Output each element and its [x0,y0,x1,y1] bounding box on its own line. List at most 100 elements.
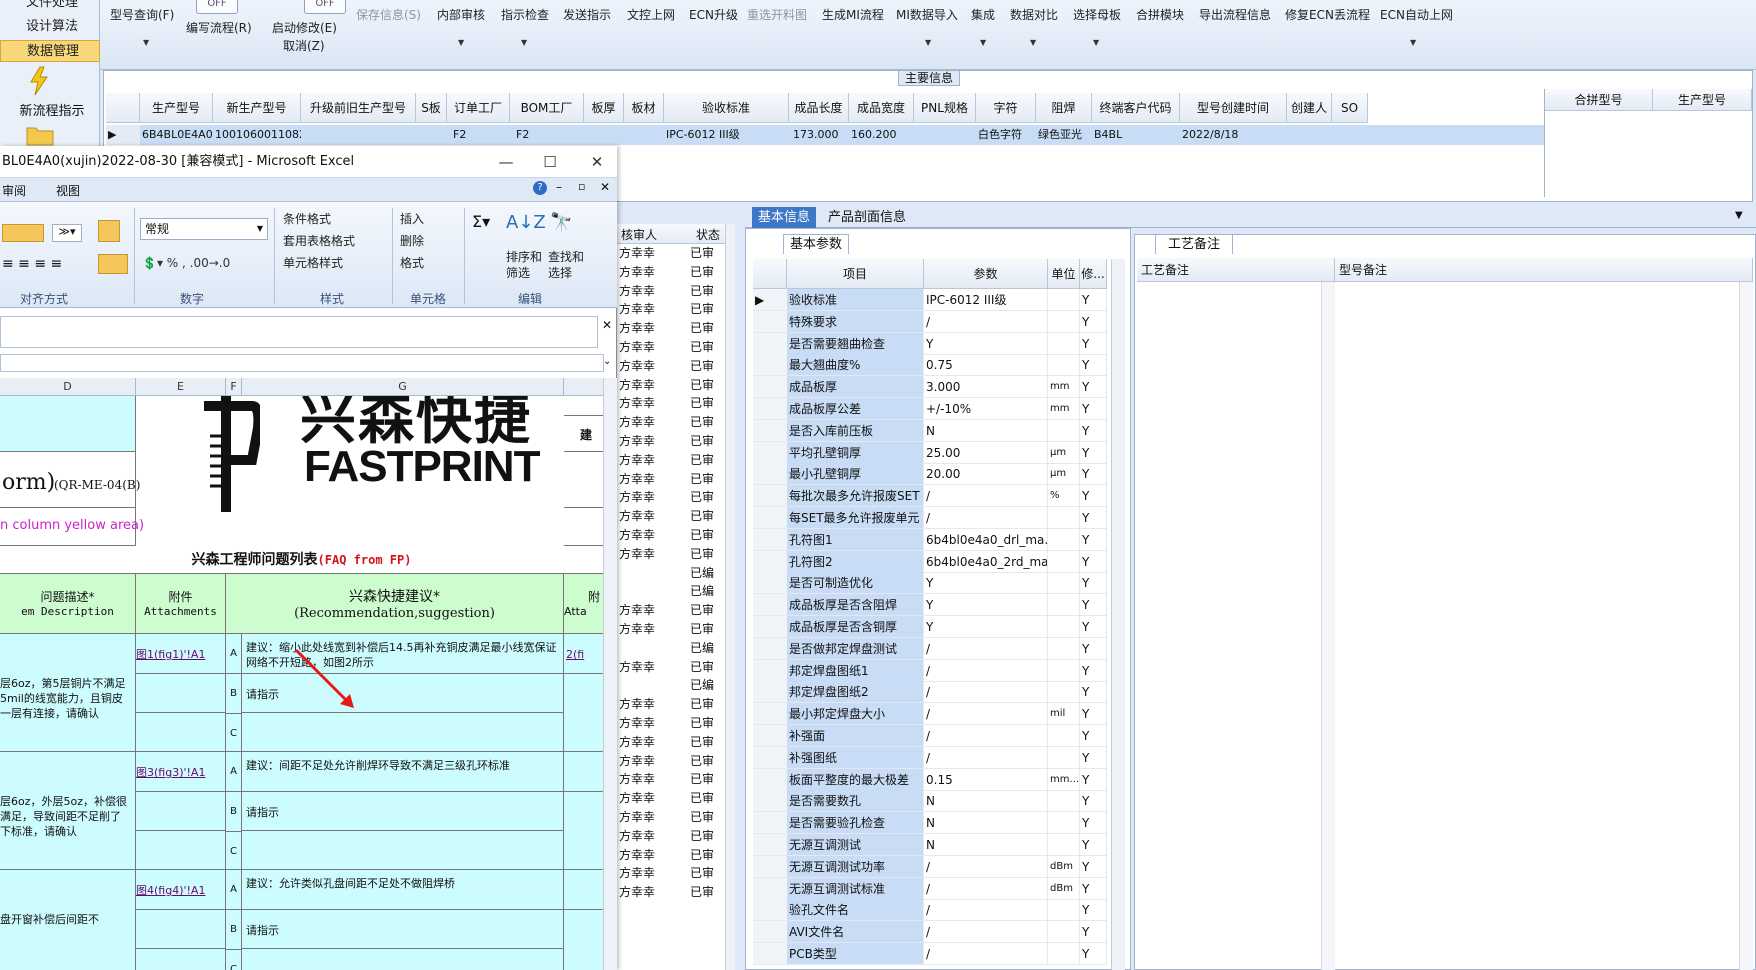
param-name[interactable]: 无源互调测试标准 [787,877,924,900]
toolbar-model-query-button[interactable]: 型号查询(F) [110,6,174,23]
param-unit[interactable]: mil [1048,703,1080,726]
reviewer-name[interactable]: 方幸幸 [619,507,655,526]
reviewer-status[interactable]: 已审 [690,658,714,677]
chevron-down-icon[interactable]: ▼ [1735,210,1743,221]
reviewer-status[interactable]: 已审 [690,752,714,771]
suggestion-a[interactable]: 建议：允许类似孔盘间距不足处不做阻焊桥 [242,870,564,910]
param-unit[interactable]: μm [1048,441,1080,464]
col-header[interactable]: 生产型号 [1653,89,1752,111]
param-name[interactable]: 最小孔壁铜厚 [787,463,924,486]
sum-icon[interactable]: Σ▾ [472,212,490,231]
param-unit[interactable] [1048,310,1080,333]
expand-icon[interactable]: ⌄ [603,356,611,367]
reviewer-status[interactable]: 已审 [690,432,714,451]
param-unit[interactable] [1048,725,1080,747]
param-unit[interactable] [1048,289,1080,311]
reviewer-name[interactable]: 方幸幸 [619,470,655,489]
reviewer-status[interactable]: 已审 [690,338,714,357]
param-name[interactable]: 是否需要验孔检查 [787,812,924,835]
grid-cell[interactable]: F2 [510,125,584,145]
param-editable[interactable]: Y [1080,507,1107,529]
help-icon[interactable]: ? [533,181,547,195]
right-attachment[interactable] [564,870,603,910]
param-editable[interactable]: Y [1080,310,1107,333]
param-editable[interactable]: Y [1080,550,1107,573]
reviewer-name[interactable]: 方幸幸 [619,394,655,413]
param-value[interactable]: +/-10% [924,398,1048,420]
param-editable[interactable]: Y [1080,398,1107,420]
param-editable[interactable]: Y [1080,485,1107,508]
param-unit[interactable] [1048,616,1080,638]
col-header[interactable]: 终端客户代码 [1092,93,1180,123]
problem-description[interactable]: 层6oz，外层5oz，补偿很 满足，导致间距不足削了 下标准，请确认 [0,752,136,870]
align-left-icon[interactable]: ≡ ≡ ≡ ≡ [2,256,62,272]
row-selector[interactable] [753,441,787,464]
param-unit[interactable]: % [1048,485,1080,508]
reviewer-scrollbar[interactable] [725,224,735,970]
param-name[interactable]: 成品板厚公差 [787,398,924,420]
reviewer-status[interactable]: 已审 [690,282,714,301]
chevron-down-icon[interactable]: ▼ [1410,38,1416,47]
reviewer-name[interactable]: 方幸幸 [619,714,655,733]
reviewer-status[interactable]: 已审 [690,507,714,526]
reviewer-status[interactable]: 已审 [690,244,714,263]
toolbar-ecn-auto-online-button[interactable]: ECN自动上网 [1380,6,1453,23]
grid-cell[interactable] [624,125,664,145]
param-name[interactable]: 成品板厚 [787,376,924,399]
param-editable[interactable]: Y [1080,463,1107,486]
reviewer-status[interactable]: 已编 [690,676,714,695]
row-selector[interactable] [753,528,787,551]
row-selector[interactable] [753,354,787,377]
param-unit[interactable] [1048,572,1080,595]
reviewer-name[interactable]: 方幸幸 [619,846,655,865]
row-selector[interactable] [753,485,787,508]
toggle-switch[interactable]: OFF [304,0,346,14]
row-selector[interactable] [753,550,787,573]
col-header[interactable]: 合拼型号 [1545,89,1653,111]
param-value[interactable]: / [924,310,1048,333]
orientation-icon[interactable]: ≫▾ [52,224,82,242]
param-value[interactable]: / [924,899,1048,922]
sheet-cell[interactable] [136,831,226,870]
param-editable[interactable]: Y [1080,725,1107,747]
maximize-icon[interactable]: ☐ [530,146,570,178]
sheet-cell[interactable] [564,396,603,416]
sheet-cell[interactable] [564,910,603,970]
col-header[interactable]: BOM工厂 [510,93,584,123]
param-name[interactable]: 验孔文件名 [787,899,924,922]
param-editable[interactable]: Y [1080,681,1107,704]
param-value[interactable]: / [924,659,1048,682]
toolbar-send-instruction-button[interactable]: 发送指示 [563,6,611,23]
param-editable[interactable]: Y [1080,289,1107,311]
find-select-label[interactable]: 查找和 [548,248,584,265]
reviewer-status[interactable]: 已审 [690,770,714,789]
toolbar-write-flow-button[interactable]: 编写流程(R) [186,19,252,36]
reviewer-status[interactable]: 已审 [690,300,714,319]
col-header-e[interactable]: E [136,378,226,396]
param-value[interactable]: 6b4bl0e4a0_2rd_ma... [924,550,1048,573]
row-selector[interactable] [753,419,787,442]
chevron-down-icon[interactable]: ▼ [521,38,527,47]
param-name[interactable]: 补强图纸 [787,746,924,769]
chevron-down-icon[interactable]: ▼ [1030,38,1036,47]
col-header[interactable]: 升级前旧生产型号 [301,93,416,123]
row-selector[interactable] [753,507,787,529]
reviewer-name[interactable]: 方幸幸 [619,658,655,677]
param-unit[interactable] [1048,899,1080,922]
align-middle-icon[interactable] [2,224,44,242]
sheet-vertical-scrollbar[interactable] [603,378,617,970]
suggestion-b[interactable]: 请指示 [242,792,564,831]
param-value[interactable]: / [924,921,1048,944]
param-name[interactable]: 邦定焊盘图纸2 [787,681,924,704]
row-selector[interactable] [753,310,787,333]
reviewer-name[interactable]: 方幸幸 [619,864,655,883]
param-value[interactable]: / [924,725,1048,747]
worksheet[interactable]: 兴森快捷 FASTPRINT orm) (QR-ME-04(B) n colum… [0,396,603,970]
right-attachment[interactable]: 2(fi [564,634,603,674]
param-editable[interactable]: Y [1080,790,1107,813]
tab-view[interactable]: 视图 [56,182,80,199]
table-format-button[interactable]: 套用表格格式 [283,232,355,249]
row-selector[interactable]: ▶ [106,125,140,145]
number-format-icons[interactable]: 💲▾ % , .00→.0 [142,256,230,270]
param-unit[interactable]: mm [1048,376,1080,399]
